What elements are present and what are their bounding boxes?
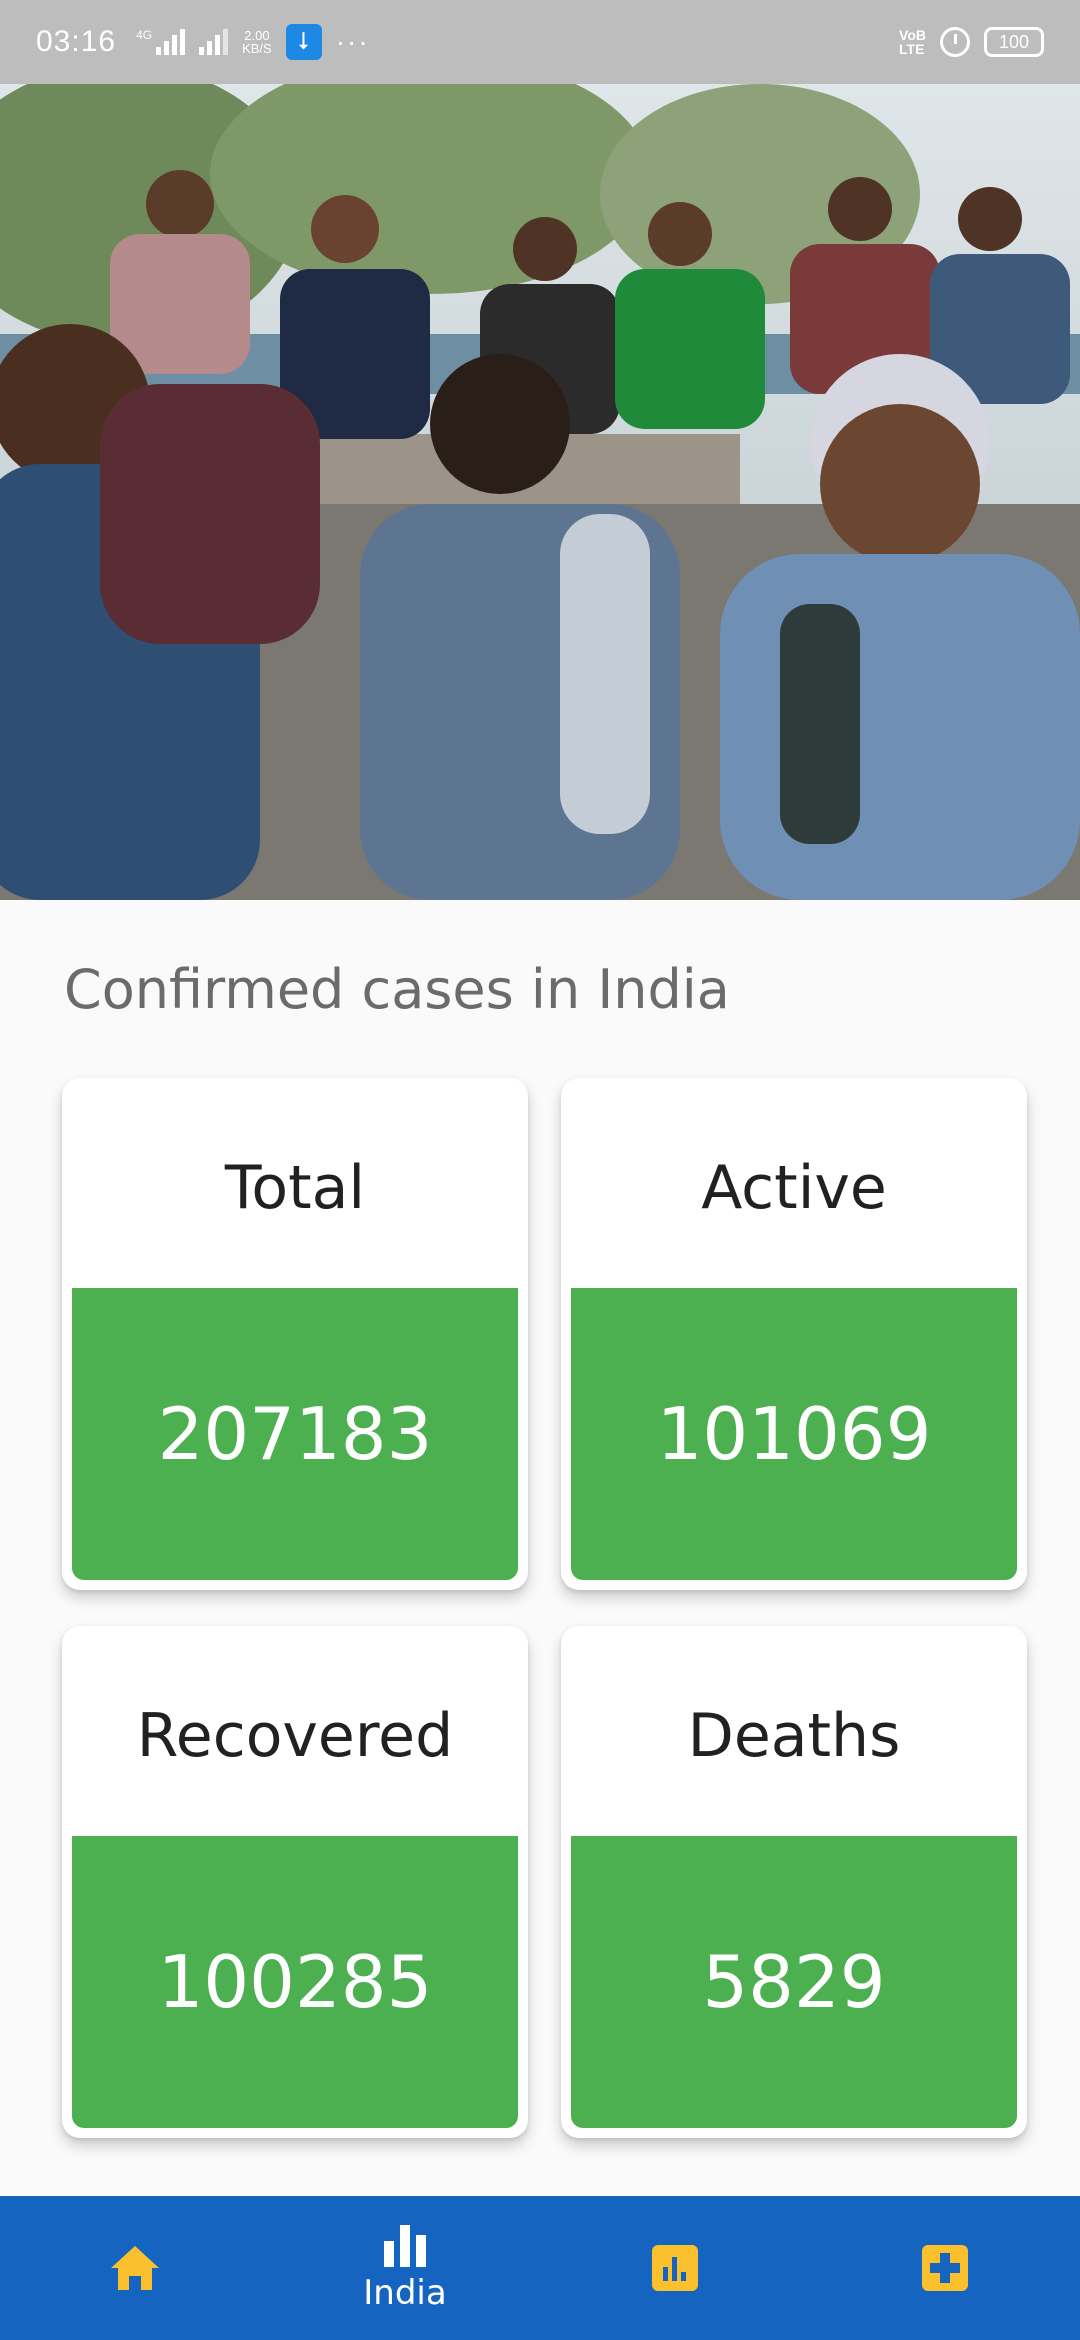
battery-icon: 100	[984, 27, 1044, 57]
more-dots: ···	[335, 26, 370, 57]
nav-label-india: India	[363, 2273, 447, 2313]
speed-unit: KB/S	[242, 41, 272, 56]
status-right-icons: VoB LTE 100	[899, 27, 1044, 57]
home-icon	[111, 2246, 159, 2290]
stat-card-label: Total	[224, 1153, 366, 1223]
volte-top: VoB	[899, 27, 926, 43]
hero-illustration	[0, 84, 1080, 900]
nav-item-home[interactable]	[0, 2196, 270, 2340]
status-left-icons: 4G 2.00 KB/S ⭣ ···	[136, 24, 370, 60]
stat-card-recovered: Recovered 100285	[62, 1626, 528, 2138]
stat-card-label: Deaths	[687, 1701, 901, 1771]
volte-indicator: VoB LTE	[899, 28, 926, 56]
stat-card-value: 207183	[72, 1288, 518, 1580]
stat-card-value: 100285	[72, 1836, 518, 2128]
medical-cross-icon	[922, 2245, 968, 2291]
signal-icon-2	[199, 29, 229, 55]
stat-card-value: 101069	[571, 1288, 1017, 1580]
signal-icon: 4G	[136, 28, 186, 55]
usb-icon: ⭣	[285, 24, 322, 60]
bottom-nav: India	[0, 2196, 1080, 2340]
hero-photo	[0, 84, 1080, 900]
stat-card-label: Active	[701, 1153, 887, 1223]
nav-item-health[interactable]	[810, 2196, 1080, 2340]
alarm-icon	[940, 27, 970, 57]
page-title: Confirmed cases in India	[64, 958, 730, 1021]
stat-card-total: Total 207183	[62, 1078, 528, 1590]
network-speed: 2.00 KB/S	[242, 29, 272, 55]
volte-bottom: LTE	[899, 41, 925, 57]
stat-card-value: 5829	[571, 1836, 1017, 2128]
stat-card-label: Recovered	[136, 1701, 454, 1771]
network-tag: 4G	[136, 28, 153, 42]
stats-box-icon	[652, 2245, 698, 2291]
bar-chart-icon	[384, 2225, 426, 2267]
status-time: 03:16	[36, 25, 117, 58]
nav-item-stats[interactable]	[540, 2196, 810, 2340]
stat-card-deaths: Deaths 5829	[561, 1626, 1027, 2138]
status-bar: 03:16 4G 2.00 KB/S ⭣ ··· VoB LTE 100	[0, 0, 1080, 84]
battery-level: 100	[998, 31, 1030, 52]
nav-item-india[interactable]: India	[270, 2196, 540, 2340]
stat-card-active: Active 101069	[561, 1078, 1027, 1590]
